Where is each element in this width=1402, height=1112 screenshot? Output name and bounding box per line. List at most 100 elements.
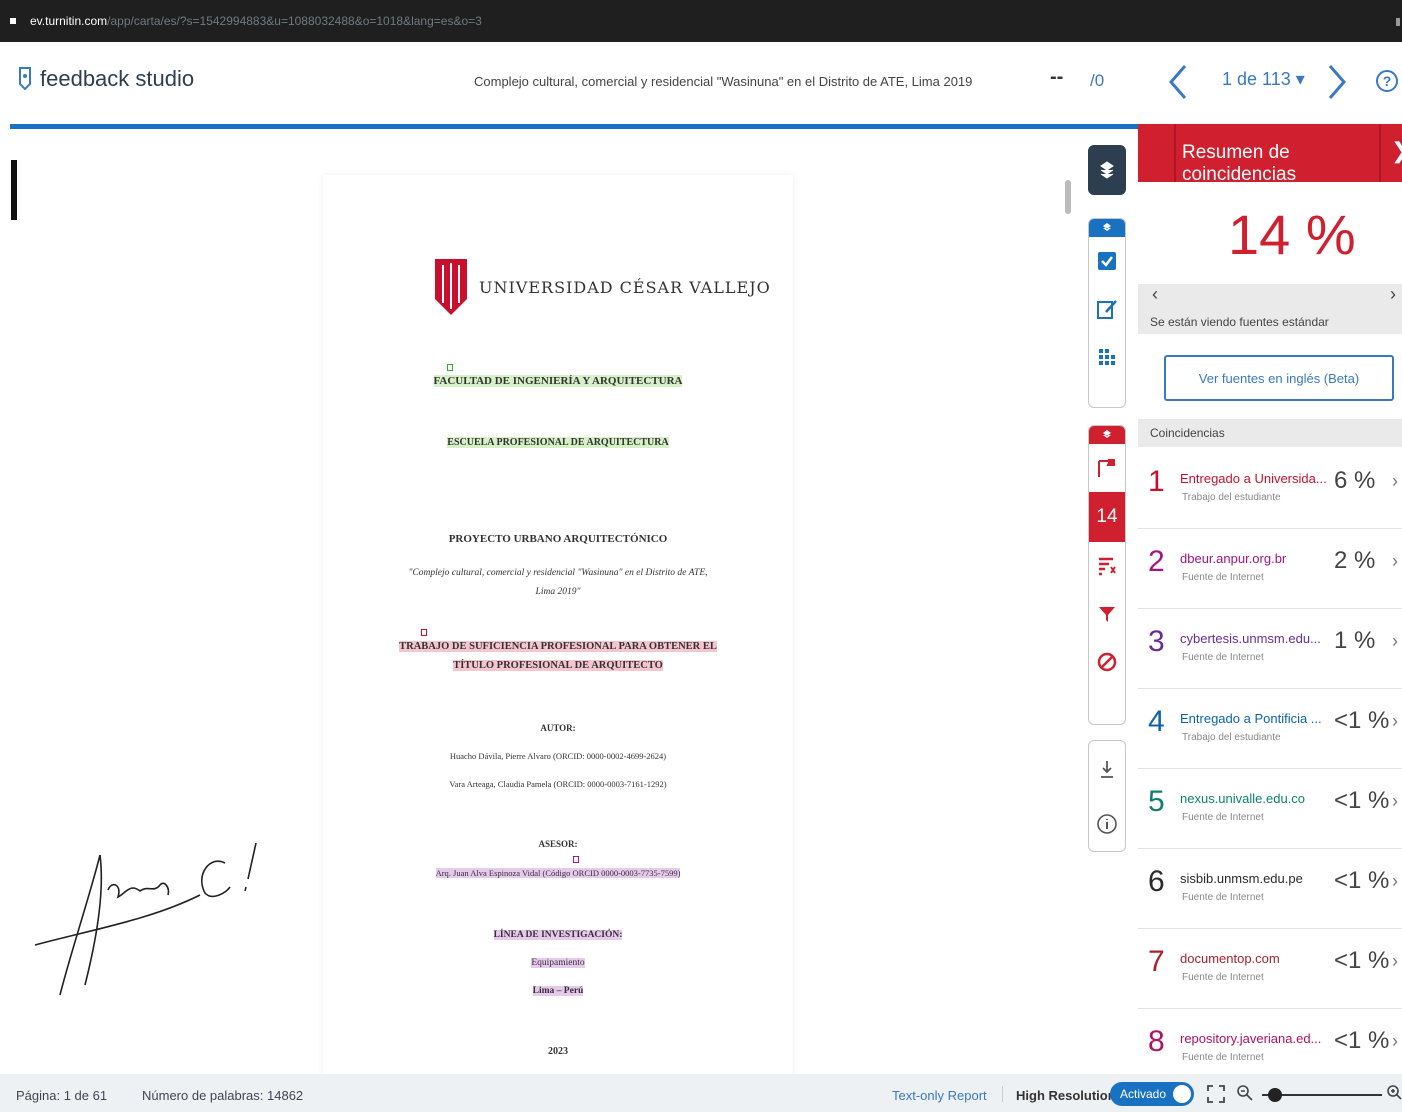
zoom-out-icon[interactable]: [1236, 1084, 1254, 1102]
match-row[interactable]: 7 documentop.com Fuente de Internet <1 % ›: [1138, 929, 1402, 1009]
rubric-button[interactable]: [1089, 333, 1125, 381]
layers-small-icon: [1103, 430, 1111, 438]
project-title-1: "Complejo cultural, comercial y residenc…: [408, 568, 708, 578]
grid-icon: [1099, 349, 1115, 365]
feedback-studio-logo[interactable]: feedback studio: [16, 66, 194, 92]
download-button[interactable]: [1089, 741, 1125, 796]
chevron-right-icon[interactable]: ›: [1392, 791, 1398, 812]
zoom-in-icon[interactable]: [1386, 1084, 1402, 1102]
match-number: 3: [1148, 625, 1165, 658]
paper-selector[interactable]: 1 de 113 ▾: [1222, 69, 1305, 90]
toggle-knob: [1173, 1085, 1191, 1103]
chevron-right-icon: [1328, 65, 1346, 99]
next-paper-button[interactable]: [1322, 62, 1352, 102]
university-logo: UNIVERSIDAD CÉSAR VALLEJO: [433, 257, 771, 317]
chevron-right-icon[interactable]: ›: [1392, 1031, 1398, 1052]
url-path: /app/carta/es/?s=1542994883&u=1088032488…: [107, 14, 482, 28]
match-percentage: <1 %: [1334, 867, 1390, 894]
degree-line-1: TRABAJO DE SUFICIENCIA PROFESIONAL PARA …: [399, 641, 717, 652]
divider: [1002, 1086, 1003, 1102]
match-number: 8: [1148, 1025, 1165, 1058]
app-header: feedback studio Complejo cultural, comer…: [0, 42, 1402, 124]
toggle-label: Activado: [1120, 1087, 1167, 1101]
match-row[interactable]: 1 Entregado a Universida... Trabajo del es…: [1138, 449, 1402, 529]
chevron-right-icon[interactable]: ›: [1392, 551, 1398, 572]
match-marker[interactable]: [447, 364, 453, 371]
match-percentage: <1 %: [1334, 787, 1390, 814]
download-icon: [1101, 760, 1113, 778]
header-divider: [1174, 124, 1176, 182]
quickmark-button[interactable]: [1089, 237, 1125, 285]
match-percentage: 6 %: [1334, 467, 1376, 494]
panel-close-button[interactable]: ❯: [1391, 138, 1402, 164]
checkbox-icon: [1098, 252, 1116, 270]
flag-button[interactable]: [1089, 444, 1125, 492]
similarity-tools: 14: [1088, 425, 1126, 725]
info-icon: [1097, 813, 1117, 834]
signature-image: [34, 842, 257, 996]
chevron-left-icon[interactable]: ‹: [1152, 284, 1158, 305]
block-icon: [1097, 652, 1117, 672]
match-row[interactable]: 4 Entregado a Pontificia ... Trabajo del e…: [1138, 689, 1402, 769]
chevron-right-icon[interactable]: ›: [1392, 871, 1398, 892]
match-source-name: nexus.univalle.edu.co: [1180, 791, 1306, 806]
match-number: 7: [1148, 945, 1165, 978]
match-source-name: repository.javeriana.ed...: [1180, 1031, 1322, 1046]
match-row[interactable]: 5 nexus.univalle.edu.co Fuente de Internet…: [1138, 769, 1402, 849]
fullscreen-icon[interactable]: [1206, 1084, 1226, 1104]
filter-button[interactable]: [1089, 590, 1125, 638]
feedback-studio-icon: [19, 67, 31, 91]
info-button[interactable]: [1089, 796, 1125, 851]
window-control[interactable]: [1396, 18, 1400, 26]
document-scrollbar[interactable]: [1065, 180, 1071, 214]
grade-placeholder[interactable]: --: [1050, 66, 1063, 89]
degree-line-2: TÍTULO PROFESIONAL DE ARQUITECTO: [453, 660, 663, 671]
match-marker[interactable]: [573, 856, 579, 863]
chevron-right-icon[interactable]: ›: [1392, 951, 1398, 972]
zoom-slider-handle[interactable]: [1268, 1088, 1282, 1102]
match-overview-panel: Resumen de coincidencias ❯ 14 % ‹ › Se e…: [1138, 124, 1402, 1089]
author-1: Huacho Dávila, Pierre Alvaro (ORCID: 000…: [449, 751, 667, 761]
layers-icon: [1100, 161, 1114, 179]
chevron-right-icon[interactable]: ›: [1392, 711, 1398, 732]
english-sources-button[interactable]: Ver fuentes en inglés (Beta): [1164, 355, 1394, 401]
match-percentage: <1 %: [1334, 947, 1390, 974]
research-label: LÍNEA DE INVESTIGACIÓN:: [493, 930, 623, 940]
exclude-button[interactable]: [1089, 638, 1125, 686]
chevron-left-icon: [1169, 65, 1187, 99]
match-row[interactable]: 2 dbeur.anpur.org.br Fuente de Internet 2 %…: [1138, 529, 1402, 609]
high-resolution-toggle[interactable]: Activado: [1110, 1082, 1194, 1106]
page-indicator: Página: 1 de 61: [16, 1088, 108, 1103]
help-icon[interactable]: ?: [1376, 70, 1398, 92]
layers-button[interactable]: [1088, 145, 1126, 195]
header-divider: [1379, 124, 1381, 182]
flag-icon: [1098, 459, 1115, 477]
match-breakdown-button[interactable]: [1089, 542, 1125, 590]
match-number: 5: [1148, 785, 1165, 818]
match-source-type: Fuente de Internet: [1182, 572, 1264, 583]
match-row[interactable]: 3 cybertesis.unmsm.edu... Fuente de Intern…: [1138, 609, 1402, 689]
chevron-right-icon[interactable]: ›: [1392, 631, 1398, 652]
match-number: 6: [1148, 865, 1165, 898]
url-domain: ev.turnitin.com: [30, 14, 108, 28]
feedback-summary-button[interactable]: [1089, 285, 1125, 333]
word-count: Número de palabras: 14862: [142, 1088, 304, 1103]
match-source-type: Fuente de Internet: [1182, 652, 1264, 663]
brand-name: feedback studio: [40, 66, 195, 91]
text-only-report-link[interactable]: Text-only Report: [892, 1088, 987, 1103]
project-title-2: Lima 2019": [535, 587, 581, 597]
match-source-name: Entregado a Universida...: [1180, 471, 1327, 486]
match-number: 2: [1148, 545, 1165, 578]
prev-paper-button[interactable]: [1163, 62, 1193, 102]
similarity-badge[interactable]: 14: [1089, 492, 1125, 542]
match-row[interactable]: 6 sisbib.unmsm.edu.pe Fuente de Internet <1…: [1138, 849, 1402, 929]
filter-icon: [1099, 607, 1115, 622]
match-marker[interactable]: [421, 629, 427, 636]
match-source-name: sisbib.unmsm.edu.pe: [1180, 871, 1303, 886]
chevron-right-icon[interactable]: ›: [1392, 471, 1398, 492]
page-marker: [11, 160, 17, 220]
match-source-name: documentop.com: [1180, 951, 1280, 966]
list-filter-icon: [1099, 557, 1116, 576]
browser-address-bar[interactable]: ev.turnitin.com /app/carta/es/?s=1542994…: [0, 0, 1402, 42]
chevron-right-icon[interactable]: ›: [1390, 284, 1396, 305]
